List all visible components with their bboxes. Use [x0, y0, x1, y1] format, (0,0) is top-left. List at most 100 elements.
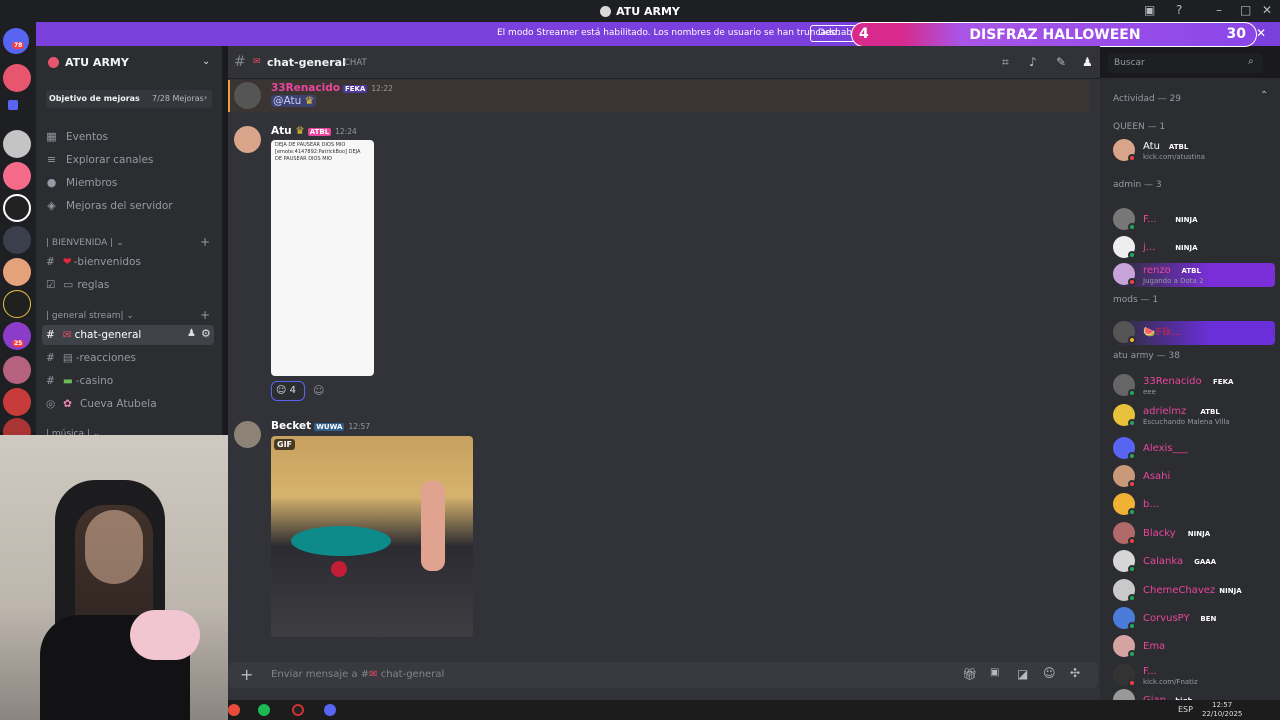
channel-title: chat-general: [267, 56, 346, 69]
status-indicator: [1128, 419, 1136, 427]
member-row[interactable]: ChemeChavez NINJA: [1113, 579, 1275, 603]
message-author[interactable]: Atu ♛ ATBL 12:24: [271, 125, 357, 137]
sticker-icon[interactable]: ◪: [1017, 667, 1028, 681]
emoji-picker-icon[interactable]: ☺: [1043, 666, 1056, 680]
server-icon[interactable]: [3, 226, 31, 254]
member-row[interactable]: j... NINJA: [1113, 236, 1275, 260]
member-row[interactable]: F... NINJA: [1113, 208, 1275, 232]
child-figure: [421, 481, 445, 571]
member-row[interactable]: Asahi: [1113, 465, 1275, 489]
pin-icon[interactable]: ✎: [1056, 55, 1066, 69]
guild-tag: NINJA: [1219, 587, 1242, 595]
category-general-stream[interactable]: | general stream| ⌄: [46, 311, 134, 321]
message-time: 12:24: [335, 127, 357, 136]
member-list-icon[interactable]: ♟: [1082, 55, 1093, 69]
boost-goal[interactable]: Objetivo de mejoras 7/28 Mejoras ›: [46, 90, 212, 108]
gift-icon[interactable]: 🎁︎: [962, 667, 977, 681]
server-icon[interactable]: [3, 356, 31, 384]
server-logo-icon: [600, 5, 612, 17]
threads-icon[interactable]: ⌗: [1002, 55, 1009, 70]
apps-icon[interactable]: ✣: [1070, 666, 1080, 680]
minimize-button[interactable]: –: [1216, 3, 1222, 17]
window-title: ATU ARMY: [600, 5, 680, 18]
server-icon[interactable]: [3, 290, 31, 318]
server-icon: [48, 57, 59, 68]
server-icon[interactable]: [3, 388, 31, 416]
server-icon[interactable]: [3, 194, 31, 222]
channel-chat-general[interactable]: # ✉ chat-general ♟ ⚙: [42, 325, 214, 345]
message-input[interactable]: + Enviar mensaje a #✉ chat-general 🎁︎ ▣ …: [228, 662, 1098, 688]
server-icon[interactable]: [3, 258, 31, 286]
help-icon[interactable]: ?: [1176, 3, 1182, 17]
chevron-down-icon[interactable]: ⌄: [202, 56, 210, 67]
nav-browse-channels[interactable]: ≡ Explorar canales: [46, 153, 154, 166]
spotify-icon[interactable]: [258, 704, 270, 716]
member-row[interactable]: Calanka GAAA: [1113, 550, 1275, 574]
nav-events[interactable]: ▦ Eventos: [46, 130, 108, 143]
discord-icon[interactable]: [324, 704, 336, 716]
member-row[interactable]: Blacky NINJA: [1113, 522, 1275, 546]
member-name: ChemeChavez: [1143, 585, 1216, 596]
member-row[interactable]: 33Renacido FEKA eee: [1113, 374, 1275, 398]
chrome-icon[interactable]: [228, 704, 240, 716]
gif-embed[interactable]: GIF: [271, 436, 473, 637]
avatar[interactable]: [234, 82, 261, 109]
member-row[interactable]: Alexis___: [1113, 437, 1275, 461]
maximize-button[interactable]: □: [1240, 3, 1251, 17]
chevron-up-icon[interactable]: ⌃: [1260, 90, 1268, 101]
heart-emoji-icon: ❤: [62, 256, 72, 268]
nav-server-boosts[interactable]: ◈ Mejoras del servidor: [46, 199, 172, 212]
invite-icon[interactable]: ♟: [187, 328, 196, 339]
channel-casino[interactable]: # ▬ -casino: [46, 375, 113, 387]
activity-header[interactable]: Actividad — 29: [1113, 94, 1181, 104]
server-icon[interactable]: [3, 162, 31, 190]
member-row[interactable]: b...: [1113, 493, 1275, 517]
member-row[interactable]: adrielmz ATBL Escuchando Malena Villa: [1113, 404, 1275, 428]
member-row[interactable]: Ema: [1113, 635, 1275, 659]
status-indicator: [1128, 679, 1136, 687]
category-bienvenida[interactable]: | BIENVENIDA | ⌄: [46, 238, 124, 248]
close-window-button[interactable]: ✕: [1262, 3, 1272, 17]
member-row[interactable]: F... kick.com/Fnatiz: [1113, 664, 1275, 688]
direct-messages-icon[interactable]: [3, 28, 29, 54]
member-row[interactable]: renzo ATBL Jugando a Dota 2: [1113, 263, 1275, 287]
add-channel-icon[interactable]: +: [200, 308, 210, 322]
language-indicator[interactable]: ESP: [1178, 705, 1193, 714]
member-name: Ema: [1143, 641, 1166, 652]
gif-picker-icon[interactable]: ▣: [990, 667, 999, 678]
channel-reacciones[interactable]: # ▤ -reacciones: [46, 352, 136, 364]
member-row[interactable]: CorvusPY BEN: [1113, 607, 1275, 631]
close-icon[interactable]: ✕: [1256, 26, 1266, 40]
obs-icon[interactable]: [292, 704, 304, 716]
title-bar: ATU ARMY ▣ ? – □ ✕: [0, 0, 1280, 22]
add-channel-icon[interactable]: +: [200, 235, 210, 249]
inbox-icon[interactable]: ▣: [1144, 3, 1155, 17]
message-author[interactable]: 33Renacido FEKA 12:22: [271, 82, 393, 94]
add-attachment-icon[interactable]: +: [240, 665, 253, 684]
member-row[interactable]: 🍉𝔽𝕝𝕜...: [1113, 321, 1275, 345]
notification-bell-icon[interactable]: ♪: [1029, 55, 1037, 69]
message-image[interactable]: DEJA DE PAUSEAR DIOS MIO [emote:4147892:P…: [271, 140, 374, 376]
message-time: 12:57: [348, 422, 371, 431]
server-icon[interactable]: [3, 130, 31, 158]
search-input[interactable]: Buscar ⌕: [1108, 53, 1263, 73]
nav-members[interactable]: ● Miembros: [46, 176, 118, 189]
member-name: 33Renacido: [1143, 376, 1202, 387]
members-icon: ●: [46, 176, 57, 189]
message-author[interactable]: Becket WUWA 12:57: [271, 420, 370, 432]
folder-icon[interactable]: [8, 100, 18, 110]
server-icon[interactable]: [3, 64, 31, 92]
guild-tag: NINJA: [1187, 530, 1211, 538]
channel-reglas[interactable]: ☑ ▭ reglas: [46, 279, 109, 291]
user-mention[interactable]: @Atu ♛: [271, 95, 317, 107]
server-header[interactable]: ATU ARMY: [48, 56, 129, 69]
member-row[interactable]: Atu ATBL kick.com/atustina: [1113, 139, 1275, 163]
overlay-title: DISFRAZ HALLOWEEN: [969, 27, 1141, 43]
gear-icon[interactable]: ⚙: [201, 327, 211, 340]
channel-cueva-atubela[interactable]: ◎ ✿ Cueva Atubela: [46, 398, 157, 410]
avatar[interactable]: [234, 126, 261, 153]
reaction-button[interactable]: ☺ 4: [271, 381, 305, 401]
channel-bienvenidos[interactable]: # ❤ -bienvenidos: [46, 256, 141, 268]
avatar[interactable]: [234, 421, 261, 448]
add-reaction-icon[interactable]: ☺: [313, 384, 324, 397]
